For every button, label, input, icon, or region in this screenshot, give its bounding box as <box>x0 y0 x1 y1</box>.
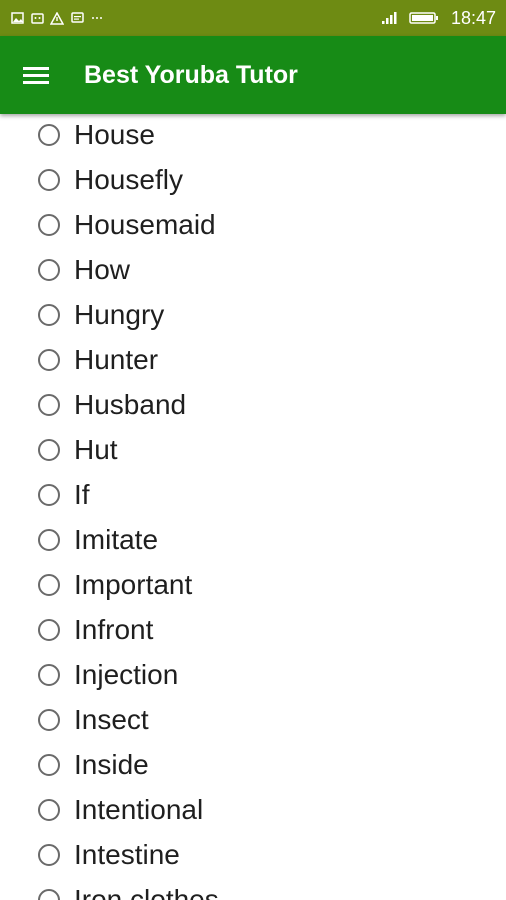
radio-option[interactable]: House <box>0 114 506 157</box>
status-right-icons: 18:47 <box>381 8 496 29</box>
radio-option-label: Imitate <box>74 523 159 555</box>
radio-option[interactable]: Hungry <box>0 292 506 337</box>
radio-option[interactable]: Hunter <box>0 337 506 382</box>
radio-option-label: Hungry <box>74 298 165 330</box>
radio-button[interactable] <box>38 843 60 866</box>
radio-option[interactable]: Intestine <box>0 832 506 877</box>
radio-option-label: Injection <box>74 658 179 690</box>
radio-button[interactable] <box>38 348 60 371</box>
radio-button[interactable] <box>38 393 60 416</box>
message-icon <box>70 11 84 25</box>
radio-option[interactable]: Husband <box>0 382 506 427</box>
app-toolbar: Best Yoruba Tutor <box>0 36 506 114</box>
radio-option-label: Important <box>74 568 193 600</box>
radio-option-label: Intestine <box>74 838 180 870</box>
radio-button[interactable] <box>38 303 60 326</box>
signal-icon <box>381 11 403 25</box>
app-title: Best Yoruba Tutor <box>84 60 298 89</box>
radio-button[interactable] <box>38 213 60 236</box>
radio-button[interactable] <box>38 573 60 596</box>
android-icon <box>30 11 44 25</box>
radio-option[interactable]: How <box>0 247 506 292</box>
status-left-icons <box>10 11 104 25</box>
radio-option-label: Hunter <box>74 343 159 375</box>
radio-button[interactable] <box>38 708 60 731</box>
radio-button[interactable] <box>38 438 60 461</box>
radio-option-label: Housemaid <box>74 208 216 240</box>
radio-option[interactable]: Intentional <box>0 787 506 832</box>
radio-option-label: How <box>74 253 131 285</box>
radio-option[interactable]: Housemaid <box>0 202 506 247</box>
radio-option-label: House <box>74 118 155 150</box>
radio-option[interactable]: Inside <box>0 742 506 787</box>
hamburger-menu-icon[interactable] <box>0 36 72 114</box>
radio-button[interactable] <box>38 123 60 146</box>
radio-button[interactable] <box>38 663 60 686</box>
radio-option-label: If <box>74 478 90 510</box>
radio-option-label: Hut <box>74 433 118 465</box>
radio-option-label: Intentional <box>74 793 204 825</box>
status-bar: 18:47 <box>0 0 506 36</box>
radio-option-label: Housefly <box>74 163 183 195</box>
radio-button[interactable] <box>38 798 60 821</box>
radio-option[interactable]: Hut <box>0 427 506 472</box>
radio-button[interactable] <box>38 888 60 900</box>
radio-button[interactable] <box>38 753 60 776</box>
radio-button[interactable] <box>38 258 60 281</box>
radio-option[interactable]: If <box>0 472 506 517</box>
warning-icon <box>50 11 64 25</box>
radio-option-label: Iron clothes <box>74 883 219 900</box>
status-time: 18:47 <box>450 7 496 28</box>
radio-button[interactable] <box>38 168 60 191</box>
radio-button[interactable] <box>38 618 60 641</box>
options-list: House Housefly Housemaid How Hungry Hunter Hus… <box>0 114 506 900</box>
battery-icon <box>409 11 439 25</box>
radio-option[interactable]: Important <box>0 562 506 607</box>
radio-button[interactable] <box>38 528 60 551</box>
radio-option-label: Husband <box>74 388 187 420</box>
radio-option[interactable]: Infront <box>0 607 506 652</box>
radio-button[interactable] <box>38 483 60 506</box>
radio-option-label: Inside <box>74 748 149 780</box>
radio-option[interactable]: Insect <box>0 697 506 742</box>
radio-option-label: Infront <box>74 613 154 645</box>
radio-option[interactable]: Imitate <box>0 517 506 562</box>
more-icon <box>90 11 104 25</box>
radio-option[interactable]: Housefly <box>0 157 506 202</box>
radio-option-label: Insect <box>74 703 149 735</box>
image-icon <box>10 11 24 25</box>
radio-option[interactable]: Injection <box>0 652 506 697</box>
radio-option[interactable]: Iron clothes <box>0 877 506 900</box>
